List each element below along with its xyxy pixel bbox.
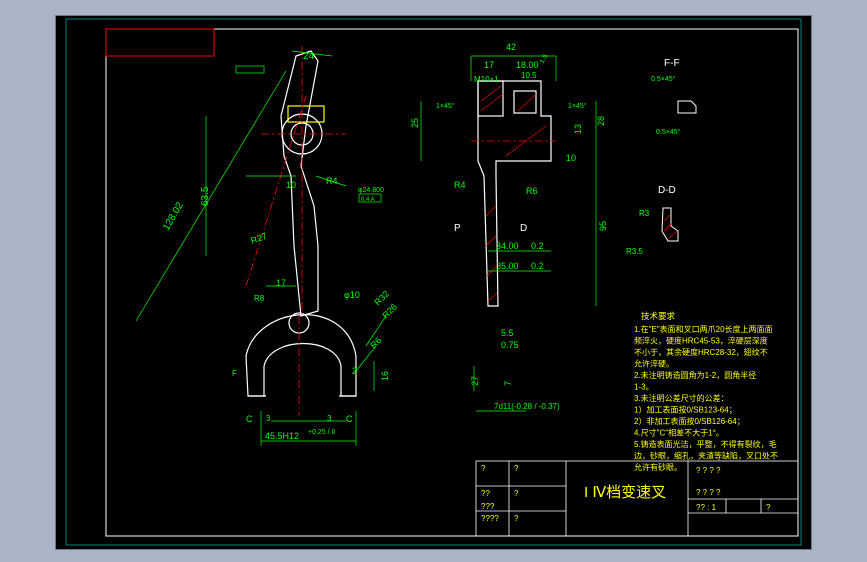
dim-075: 0.75 [501,340,519,350]
dim-02b: 0.2 [531,261,544,271]
tb-q-h: ? [514,514,519,523]
dim-55: 5.5 [501,328,514,338]
tech-line: 2.未注明铸造圆角为1-2，圆角半径 [634,370,756,380]
dim-7: 7 [503,381,513,386]
label-dd: D-D [658,185,676,196]
tech-requirements: 技术要求 1.在"E"表面和叉口两爪20长度上两面面频淬火，硬度HRC45-53… [634,311,778,472]
dim-c1: C [246,414,253,424]
section-f: F [232,369,237,378]
tb-q-a: ? [766,503,771,512]
dim-16: 16 [380,371,390,381]
dim-15: 1.5 [539,53,550,65]
tech-line: 1.在"E"表面和叉口两爪20长度上两面面 [634,324,773,334]
section-p: P [454,223,461,234]
dim-phi10: φ10 [344,290,360,300]
tech-line: 允许有砂眼。 [634,462,682,472]
sheet-text: ?? : 1 [696,503,717,512]
dim-r26: R26 [380,302,399,321]
drawing-canvas: 24 128.02 63.5 10 17 R4 R27 φ10 R32 R26 … [65,18,802,546]
chamfer-2: 1×45° [568,102,587,110]
tech-line: 3.未注明公差尺寸的公差： [634,393,729,403]
dim-tol: +0.25 / 0 [308,429,336,436]
corner-stamp-box [105,28,215,57]
dim-128: 128.02 [161,200,186,232]
cad-drawing-viewport[interactable]: 24 128.02 63.5 10 17 R4 R27 φ10 R32 R26 … [55,15,812,550]
tol-box: 0.4 A [361,197,375,203]
fork-side-view [477,80,552,307]
dim-3a: 3 [266,414,271,423]
tech-line: 不小于，其余硬度HRC28-32，翅纹不 [634,347,768,357]
detail-ff [677,100,697,114]
tb-q-e: ??? [481,502,495,511]
section-d: D [520,223,527,234]
dim-25: 25 [410,118,420,128]
scale-row-1: ? ? ? ? [696,466,721,475]
ff-chamfer-1: 0.5×45° [651,75,676,83]
dim-3b: 3 [327,414,332,423]
detail-dd [661,207,679,242]
dim-phi24: φ24.800 [358,187,384,194]
dim-2: 2 [352,366,357,376]
label-ff: F-F [664,58,680,69]
tb-q-f: ? [514,489,519,498]
dim-105: 10.5 [521,71,537,80]
dd-r3: R3 [639,209,650,218]
dim-10a: 10 [286,180,296,190]
dim-tol7: 7d11(-0.28 / -0.37) [494,402,560,411]
dim-02a: 0.2 [531,241,544,251]
tech-line: 1-3。 [634,383,654,392]
dim-r27: R27 [249,231,268,246]
tech-lines: 1.在"E"表面和叉口两爪20长度上两面面频淬火，硬度HRC45-53，淬硬层深… [634,324,778,472]
tech-line: 边，砂眼，缩孔，夹渣等缺陷，叉口处不 [634,451,778,461]
outer-frame [65,18,802,546]
dim-r8: R8 [254,294,265,303]
part-name: I Ⅳ档变速叉 [584,484,666,501]
chamfer-1: 1×45° [436,102,455,110]
dim-r6b: R6 [526,186,538,196]
dim-17: 17 [276,278,286,288]
fork-front-view [245,50,357,397]
dim-1800: 18.00 [516,60,539,70]
dim-63: 63.5 [200,186,211,206]
ff-chamfer-2: 0.5×45° [656,128,681,136]
dim-42: 42 [506,42,516,52]
tb-q-b: ? [481,464,486,473]
left-dimension-lines [135,50,387,446]
dim-17b: 17 [484,60,494,70]
dim-13: 13 [573,124,583,134]
dim-r4: R4 [326,176,338,186]
dim-35: 35.00 [496,261,519,271]
dim-45: 45.5H12 [265,431,299,441]
tech-line: 允许淬硬。 [634,359,674,369]
dim-24: 24 [303,51,315,62]
dim-95: 95 [598,221,608,231]
dim-r4b: R4 [454,180,466,190]
dim-27: 27 [470,376,480,386]
dim-m10: M10×1 [474,75,499,84]
tech-line: 5.铸造表面光洁，平整，不得有裂纹，毛 [634,439,777,449]
scale-row-2: ? ? ? ? [696,488,721,497]
dim-10: 10 [566,153,576,163]
dd-r35: R3.5 [626,247,643,256]
dim-34: 34.00 [496,241,519,251]
tech-line: 4.尺寸"C"相差不大于1°。 [634,428,724,438]
tech-line: 2）非加工表面按0/SB126-64； [634,416,745,426]
tb-q-g: ???? [481,514,499,523]
dim-r6: R6 [368,335,383,350]
tb-q-c: ? [514,464,519,473]
left-centerlines [245,46,346,416]
tech-line: 频淬火，硬度HRC45-53，淬硬层深度 [634,336,768,346]
dim-c2: C [346,414,353,424]
tb-q-d: ?? [481,489,490,498]
tech-line: 1）加工表面按0/SB123-64； [634,405,737,415]
dim-28: 28 [596,116,606,126]
tech-heading: 技术要求 [641,311,676,321]
